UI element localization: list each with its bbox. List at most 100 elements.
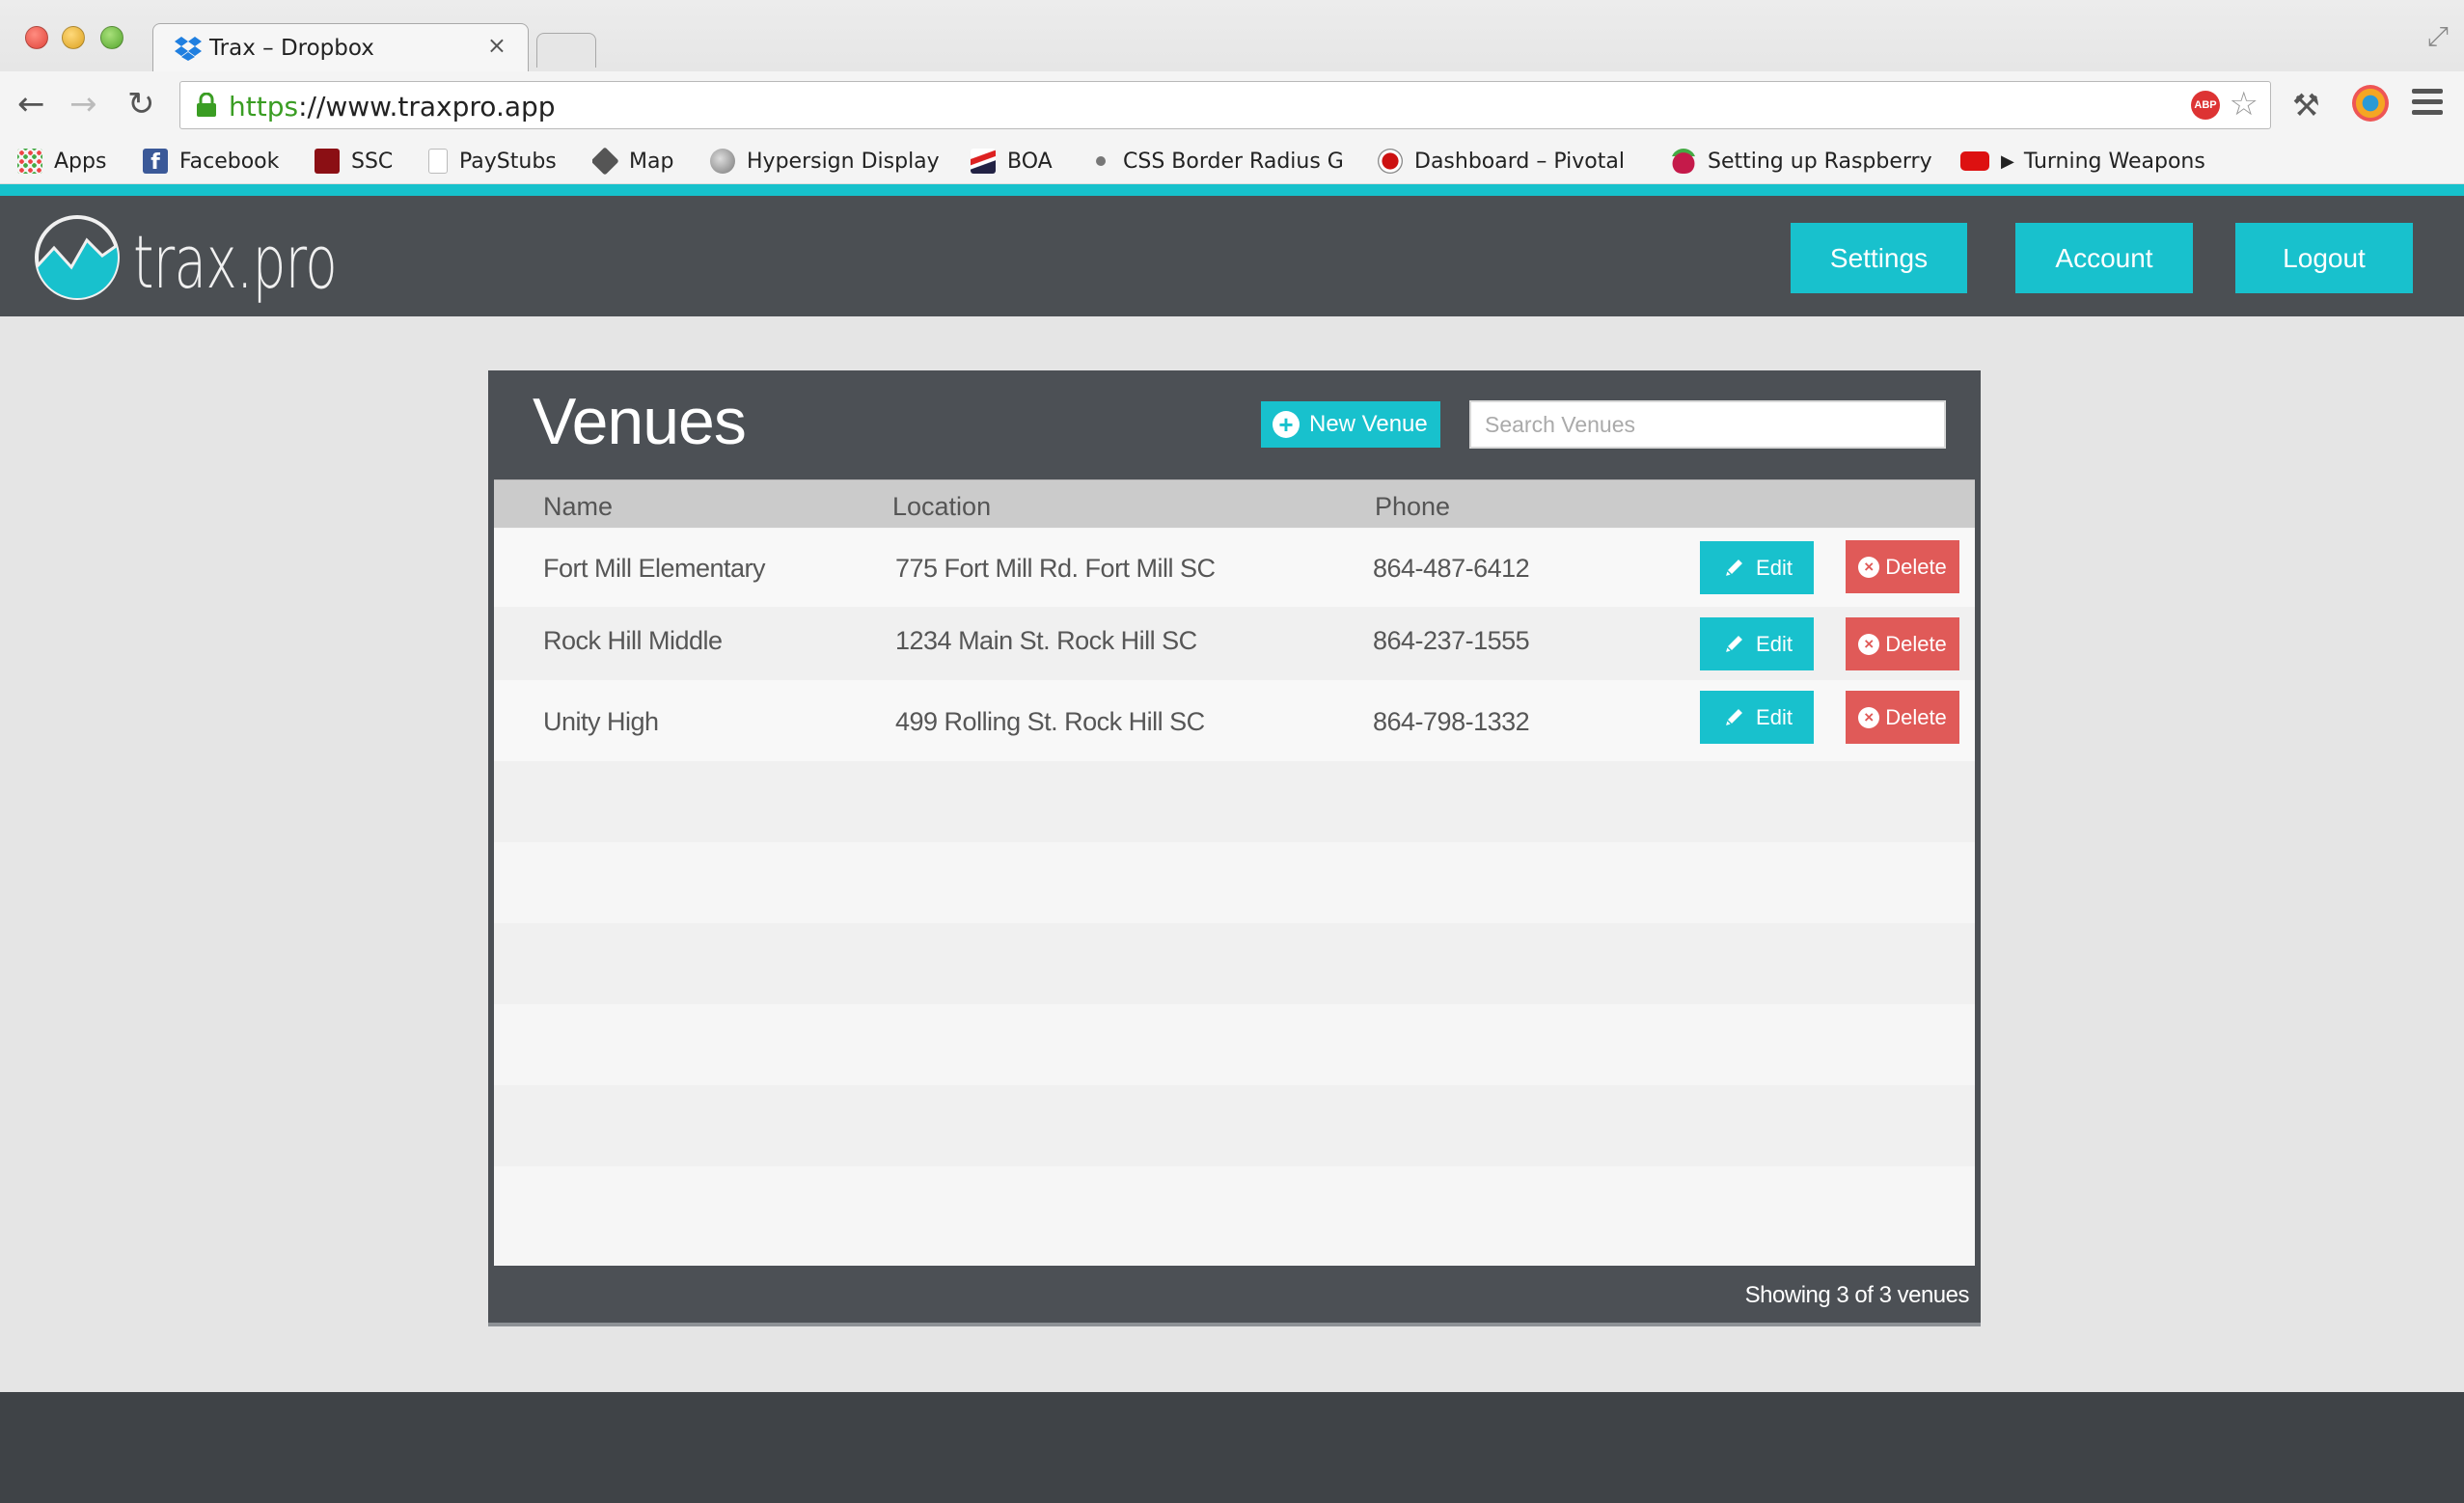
bookmark-turning-weapons[interactable]: ▶ Turning Weapons xyxy=(1960,143,2221,179)
bookmarks-bar: Apps f Facebook SSC PayStubs Map Hypersi… xyxy=(0,139,2464,183)
bookmark-facebook[interactable]: f Facebook xyxy=(143,143,279,179)
close-circle-icon: × xyxy=(1858,633,1880,655)
results-count: Showing 3 of 3 venues xyxy=(1744,1282,1970,1308)
venue-phone: 864-237-1555 xyxy=(1373,626,1530,655)
table-row: Fort Mill Elementary 775 Fort Mill Rd. F… xyxy=(494,529,1975,607)
youtube-icon xyxy=(1960,151,1989,171)
venues-table: Name Location Phone Fort Mill Elementary… xyxy=(494,479,1975,1266)
venue-name: Rock Hill Middle xyxy=(543,626,723,655)
bookmark-pivotal[interactable]: Dashboard – Pivotal xyxy=(1378,143,1634,179)
bookmark-apps[interactable]: Apps xyxy=(17,143,106,179)
account-button[interactable]: Account xyxy=(2015,223,2193,293)
dropbox-icon xyxy=(175,37,202,61)
new-tab-button[interactable] xyxy=(536,33,596,68)
dot-icon xyxy=(1096,156,1106,166)
new-venue-label: New Venue xyxy=(1309,411,1428,437)
forward-icon[interactable]: → xyxy=(69,85,97,123)
url-text: https://www.traxpro.app xyxy=(229,91,556,123)
browser-tab[interactable]: Trax – Dropbox × xyxy=(152,23,529,71)
ssc-icon xyxy=(315,149,340,174)
empty-row xyxy=(494,923,1975,1004)
browser-chrome: Trax – Dropbox × ⤢ ← → ↻ https://www.tra… xyxy=(0,0,2464,186)
page-icon xyxy=(428,149,448,174)
empty-row xyxy=(494,1166,1975,1266)
maximize-window-button[interactable] xyxy=(100,26,123,49)
edit-label: Edit xyxy=(1756,704,1793,729)
bookmark-ssc[interactable]: SSC xyxy=(315,143,393,179)
venue-location: 1234 Main St. Rock Hill SC xyxy=(895,626,1197,655)
address-bar[interactable]: https://www.traxpro.app ABP ☆ xyxy=(179,81,2271,129)
venue-location: 499 Rolling St. Rock Hill SC xyxy=(895,707,1205,736)
apps-grid-icon xyxy=(17,149,42,174)
edit-label: Edit xyxy=(1756,631,1793,656)
bookmark-raspberry[interactable]: Setting up Raspberry xyxy=(1671,143,1943,179)
extension-eye-icon[interactable] xyxy=(2352,85,2389,122)
pencil-icon xyxy=(1723,633,1745,654)
venue-location: 775 Fort Mill Rd. Fort Mill SC xyxy=(895,554,1216,583)
facebook-icon: f xyxy=(143,149,168,175)
delete-button[interactable]: × Delete xyxy=(1846,691,1959,744)
pencil-icon xyxy=(1723,706,1745,727)
search-venues-input[interactable] xyxy=(1469,400,1946,449)
lock-icon xyxy=(197,93,216,117)
browser-menu-icon[interactable] xyxy=(2412,89,2443,116)
bookmark-boa[interactable]: BOA xyxy=(971,143,1053,179)
back-icon[interactable]: ← xyxy=(17,85,45,123)
pivotal-icon xyxy=(1378,149,1403,174)
reload-icon[interactable]: ↻ xyxy=(127,85,155,123)
column-header-phone[interactable]: Phone xyxy=(1375,492,1450,522)
edit-button[interactable]: Edit xyxy=(1700,541,1814,594)
boa-flag-icon xyxy=(971,149,996,174)
trax-logo[interactable]: trax.pro xyxy=(33,213,351,308)
adblock-icon[interactable]: ABP xyxy=(2191,91,2220,120)
raspberry-icon xyxy=(1671,149,1696,174)
close-window-button[interactable] xyxy=(25,26,48,49)
bookmark-paystubs[interactable]: PayStubs xyxy=(428,143,557,179)
bookmark-hypersign[interactable]: Hypersign Display xyxy=(710,143,940,179)
column-header-name[interactable]: Name xyxy=(543,492,613,522)
accent-strip xyxy=(0,184,2464,196)
venue-name: Fort Mill Elementary xyxy=(543,554,766,583)
delete-label: Delete xyxy=(1885,704,1947,729)
empty-row xyxy=(494,761,1975,842)
url-scheme: https xyxy=(229,91,299,123)
bookmark-map[interactable]: Map xyxy=(592,143,673,179)
minimize-window-button[interactable] xyxy=(62,26,85,49)
settings-button[interactable]: Settings xyxy=(1791,223,1967,293)
fullscreen-icon[interactable]: ⤢ xyxy=(2427,21,2449,53)
empty-row xyxy=(494,1085,1975,1166)
delete-label: Delete xyxy=(1885,631,1947,656)
plus-circle-icon: + xyxy=(1273,411,1300,438)
browser-toolbar: ← → ↻ https://www.traxpro.app ABP ☆ ⚒ xyxy=(0,71,2464,139)
logo-chart-icon xyxy=(35,215,120,300)
cube-icon xyxy=(592,147,619,176)
close-circle-icon: × xyxy=(1858,706,1880,728)
venue-phone: 864-487-6412 xyxy=(1373,554,1530,583)
new-venue-button[interactable]: + New Venue xyxy=(1261,401,1440,448)
close-circle-icon: × xyxy=(1858,556,1880,578)
venues-panel: Venues + New Venue Name Location Phone F… xyxy=(488,370,1981,1326)
empty-row xyxy=(494,1004,1975,1085)
delete-button[interactable]: × Delete xyxy=(1846,617,1959,670)
logout-button[interactable]: Logout xyxy=(2235,223,2413,293)
page-footer xyxy=(0,1392,2464,1503)
venue-name: Unity High xyxy=(543,707,659,736)
table-row: Rock Hill Middle 1234 Main St. Rock Hill… xyxy=(494,607,1975,680)
venue-phone: 864-798-1332 xyxy=(1373,707,1530,736)
extension-icon[interactable]: ⚒ xyxy=(2292,87,2320,123)
globe-icon xyxy=(710,149,735,174)
logo-text: trax.pro xyxy=(133,219,338,305)
pencil-icon xyxy=(1723,557,1745,578)
tab-close-icon[interactable]: × xyxy=(487,32,506,59)
empty-row xyxy=(494,842,1975,923)
table-footer: Showing 3 of 3 venues xyxy=(488,1266,1981,1326)
page-title: Venues xyxy=(533,385,747,458)
table-row: Unity High 499 Rolling St. Rock Hill SC … xyxy=(494,680,1975,761)
delete-label: Delete xyxy=(1885,554,1947,579)
edit-button[interactable]: Edit xyxy=(1700,691,1814,744)
edit-button[interactable]: Edit xyxy=(1700,617,1814,670)
delete-button[interactable]: × Delete xyxy=(1846,540,1959,593)
bookmark-star-icon[interactable]: ☆ xyxy=(2230,85,2259,123)
bookmark-css-border-radius[interactable]: CSS Border Radius G xyxy=(1092,143,1353,179)
column-header-location[interactable]: Location xyxy=(892,492,991,522)
